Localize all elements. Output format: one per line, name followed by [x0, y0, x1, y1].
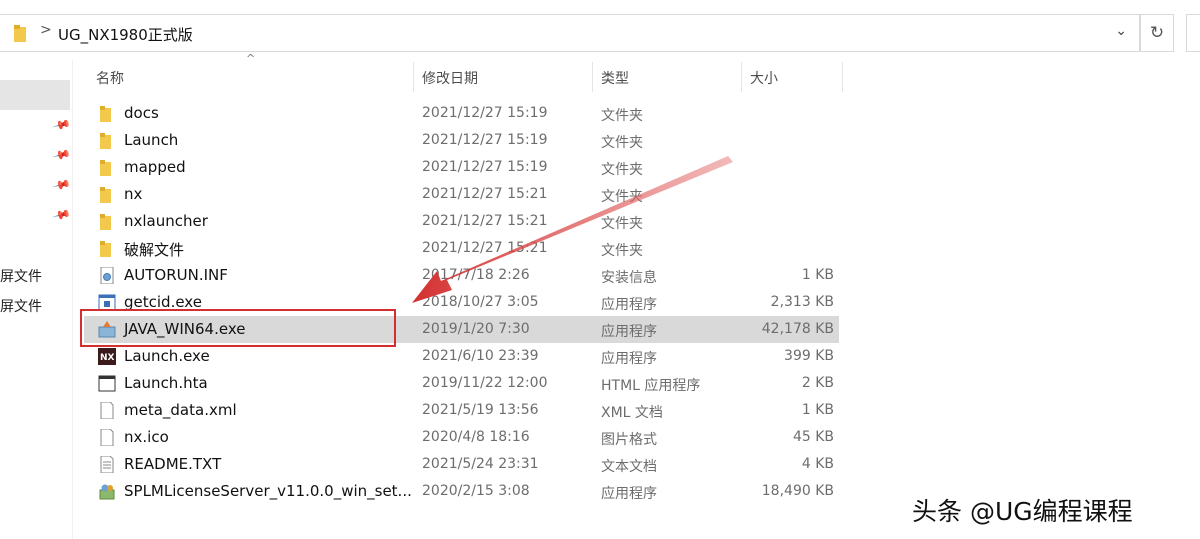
arrow-shape: [412, 156, 733, 303]
watermark: 头条 @UG编程课程: [912, 497, 1133, 526]
annotation-arrow-icon: [412, 156, 733, 303]
